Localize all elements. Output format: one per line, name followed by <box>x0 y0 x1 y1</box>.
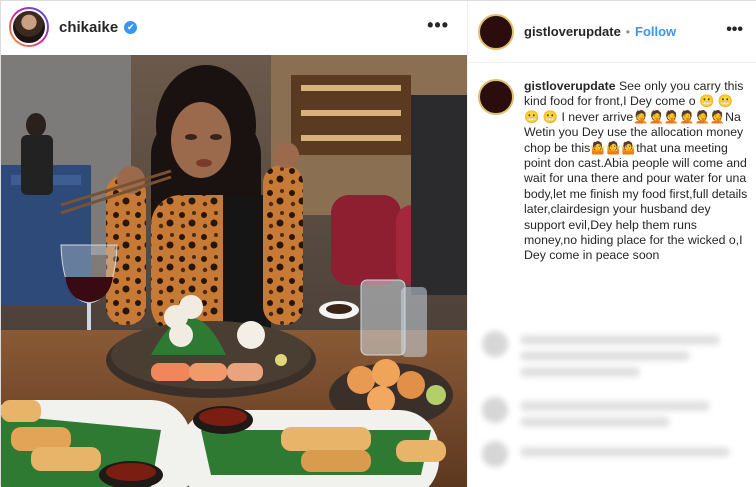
caption-avatar[interactable] <box>478 79 514 115</box>
blurred-line <box>520 401 710 411</box>
blurred-avatar <box>482 441 508 467</box>
post-more-options-icon[interactable]: ••• <box>427 15 449 36</box>
author-avatar[interactable] <box>9 7 49 47</box>
post-panel: chikaike ✔ ••• <box>1 1 467 487</box>
comments-header: GISTLOVER gistloverupdate • Follow ••• <box>468 1 756 63</box>
post-photo[interactable] <box>1 55 467 487</box>
caption-text-block: gistloverupdate See only you carry this … <box>524 79 750 264</box>
blurred-line <box>520 335 720 345</box>
author-avatar-image <box>11 9 47 45</box>
header-separator: • <box>625 24 630 39</box>
verified-badge-icon: ✔ <box>124 20 138 34</box>
caption-body: See only you carry this kind food for fr… <box>524 79 748 263</box>
blurred-line <box>520 417 670 427</box>
post-photo-illustration <box>1 55 467 487</box>
blurred-comments <box>468 301 756 487</box>
caption-author[interactable]: gistloverupdate <box>524 79 616 93</box>
blurred-line <box>520 367 640 377</box>
instagram-post-window: chikaike ✔ ••• gistloverupdate • Follow … <box>0 0 756 487</box>
sidebar-more-options-icon[interactable]: ••• <box>726 21 743 39</box>
gistlover-logo-avatar[interactable]: GISTLOVER <box>478 13 514 50</box>
caption-logo-avatar <box>478 79 514 115</box>
post-header: chikaike ✔ ••• <box>1 1 467 53</box>
caption-comment: gistloverupdate See only you carry this … <box>478 79 750 264</box>
post-author-username[interactable]: chikaike <box>59 19 118 36</box>
blurred-line <box>520 351 690 361</box>
comments-panel: GISTLOVER gistloverupdate • Follow ••• g… <box>468 1 756 487</box>
blurred-avatar <box>482 331 508 357</box>
follow-button[interactable]: Follow <box>635 24 676 39</box>
blurred-line <box>520 447 730 457</box>
blurred-avatar <box>482 397 508 423</box>
sidebar-username[interactable]: gistloverupdate <box>524 24 621 39</box>
